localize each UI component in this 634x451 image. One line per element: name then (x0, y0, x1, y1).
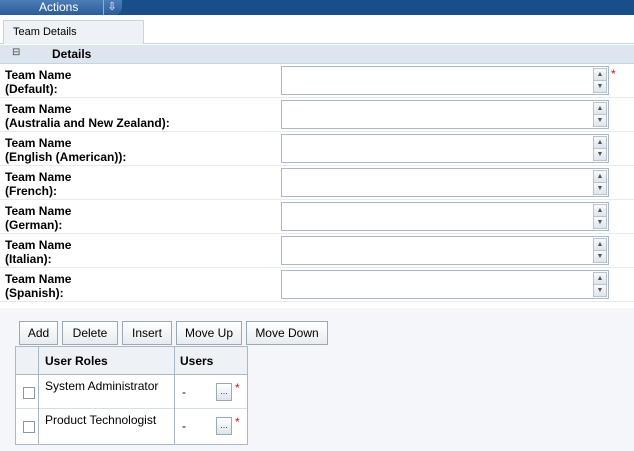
team-name-spanish-input[interactable]: ▲ ▼ (281, 270, 609, 299)
team-name-default-input[interactable]: ▲ ▼ (281, 66, 609, 95)
grid-header: User Roles Users (16, 347, 247, 375)
user-role-cell: System Administrator (45, 379, 159, 393)
user-roles-panel: Add Delete Insert Move Up Move Down User… (0, 308, 634, 451)
add-button[interactable]: Add (19, 321, 58, 345)
move-up-button[interactable]: Move Up (176, 321, 242, 345)
scroll-down-icon[interactable]: ▼ (593, 250, 607, 263)
team-name-french-label: Team Name (French): (5, 170, 72, 198)
team-name-german-label: Team Name (German): (5, 204, 72, 232)
team-name-default-row: Team Name (Default): ▲ ▼ * (0, 64, 634, 98)
team-name-anz-row: Team Name (Australia and New Zealand): ▲… (0, 98, 634, 132)
team-name-english-row: Team Name (English (American)): ▲ ▼ (0, 132, 634, 166)
users-cell: - (182, 419, 186, 433)
actions-bar: Actions ⇩ (0, 0, 634, 15)
scroll-down-icon[interactable]: ▼ (593, 80, 607, 93)
team-name-italian-row: Team Name (Italian): ▲ ▼ (0, 234, 634, 268)
users-cell: - (182, 385, 186, 399)
scroll-down-icon[interactable]: ▼ (593, 148, 607, 161)
team-name-italian-label: Team Name (Italian): (5, 238, 72, 266)
required-marker: * (611, 67, 616, 81)
lookup-icon[interactable]: ... (216, 417, 232, 435)
details-section-header[interactable]: ⊟ Details (0, 45, 634, 64)
team-name-default-label: Team Name (Default): (5, 68, 72, 96)
scroll-down-icon[interactable]: ▼ (593, 182, 607, 195)
user-role-cell: Product Technologist (45, 413, 157, 427)
team-name-spanish-label: Team Name (Spanish): (5, 272, 72, 300)
collapse-icon[interactable]: ⊟ (12, 47, 20, 58)
team-name-english-label: Team Name (English (American)): (5, 136, 127, 164)
team-name-french-input[interactable]: ▲ ▼ (281, 168, 609, 197)
team-name-german-input[interactable]: ▲ ▼ (281, 202, 609, 231)
scroll-down-icon[interactable]: ▼ (593, 284, 607, 297)
grid-divider (174, 347, 175, 444)
tab-strip: Team Details (0, 15, 634, 44)
column-header-user-roles[interactable]: User Roles (45, 354, 108, 368)
actions-label: Actions (39, 0, 79, 14)
insert-button[interactable]: Insert (122, 321, 172, 345)
user-roles-grid: User Roles Users System Administrator - … (15, 346, 248, 445)
team-name-french-row: Team Name (French): ▲ ▼ (0, 166, 634, 200)
team-name-italian-input[interactable]: ▲ ▼ (281, 236, 609, 265)
required-marker: * (235, 415, 240, 429)
row-checkbox[interactable] (23, 387, 35, 399)
row-checkbox[interactable] (23, 421, 35, 433)
team-name-form: Team Name (Default): ▲ ▼ * Team Name (Au… (0, 64, 634, 302)
table-row[interactable]: Product Technologist - ... * (16, 409, 247, 443)
team-name-english-input[interactable]: ▲ ▼ (281, 134, 609, 163)
section-title: Details (52, 47, 92, 61)
team-name-anz-label: Team Name (Australia and New Zealand): (5, 102, 170, 130)
actions-menu-button[interactable]: Actions ⇩ (0, 0, 122, 15)
column-header-users[interactable]: Users (180, 354, 213, 368)
scroll-down-icon[interactable]: ▼ (593, 216, 607, 229)
lookup-icon[interactable]: ... (216, 383, 232, 401)
team-name-spanish-row: Team Name (Spanish): ▲ ▼ (0, 268, 634, 302)
team-name-german-row: Team Name (German): ▲ ▼ (0, 200, 634, 234)
scroll-down-icon[interactable]: ▼ (593, 114, 607, 127)
move-down-button[interactable]: Move Down (246, 321, 328, 345)
grid-divider (38, 347, 39, 444)
required-marker: * (235, 381, 240, 395)
tab-team-details[interactable]: Team Details (3, 20, 144, 44)
team-name-anz-input[interactable]: ▲ ▼ (281, 100, 609, 129)
download-arrow-icon[interactable]: ⇩ (103, 0, 120, 15)
table-row[interactable]: System Administrator - ... * (16, 375, 247, 409)
delete-button[interactable]: Delete (62, 321, 118, 345)
